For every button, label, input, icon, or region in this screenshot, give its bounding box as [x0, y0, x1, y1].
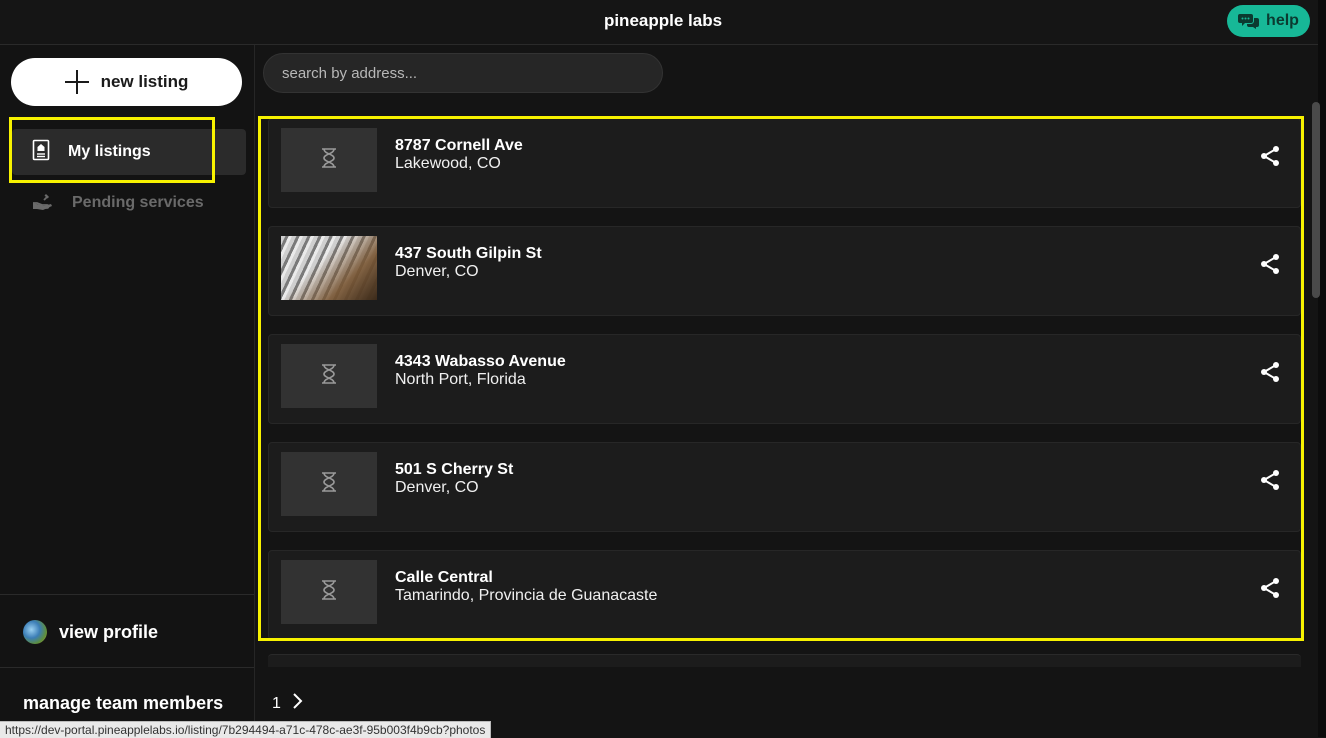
app-title: pineapple labs — [603, 11, 723, 30]
listing-card[interactable]: 4343 Wabasso Avenue North Port, Florida — [268, 334, 1301, 424]
divider — [0, 594, 254, 595]
listing-card[interactable]: 501 S Cherry St Denver, CO — [268, 442, 1301, 532]
new-listing-button[interactable]: new listing — [11, 58, 242, 106]
share-icon[interactable] — [1258, 144, 1282, 168]
listing-city: Tamarindo, Provincia de Guanacaste — [395, 587, 658, 604]
listing-address: 8787 Cornell Ave — [395, 137, 523, 154]
sidebar-item-pending-services[interactable]: Pending services — [12, 180, 246, 226]
listing-card[interactable]: Calle Central Tamarindo, Provincia de Gu… — [268, 550, 1301, 640]
listing-address: 437 South Gilpin St — [395, 245, 542, 262]
page-number[interactable]: 1 — [272, 695, 281, 713]
listing-card[interactable]: 8787 Cornell Ave Lakewood, CO — [268, 118, 1301, 208]
chat-bubbles-icon — [1238, 12, 1260, 30]
search-input[interactable] — [263, 53, 663, 93]
status-bar-url: https://dev-portal.pineapplelabs.io/list… — [0, 721, 492, 738]
listing-thumbnail — [281, 560, 377, 624]
pagination: 1 — [272, 692, 303, 715]
listing-address: Calle Central — [395, 569, 493, 586]
listing-address: 4343 Wabasso Avenue — [395, 353, 566, 370]
listing-thumbnail — [281, 344, 377, 408]
help-button[interactable]: help — [1227, 5, 1310, 37]
hourglass-icon — [320, 471, 338, 497]
listing-card-partial[interactable] — [268, 654, 1301, 667]
help-label: help — [1266, 12, 1299, 29]
scrollbar[interactable] — [1312, 102, 1320, 298]
view-profile-label: view profile — [59, 621, 159, 642]
listing-thumbnail — [281, 452, 377, 516]
share-icon[interactable] — [1258, 576, 1282, 600]
hourglass-icon — [320, 579, 338, 605]
share-icon[interactable] — [1258, 468, 1282, 492]
share-icon[interactable] — [1258, 360, 1282, 384]
avatar — [23, 620, 47, 644]
hourglass-icon — [320, 363, 338, 389]
listing-card[interactable]: 437 South Gilpin St Denver, CO — [268, 226, 1301, 316]
listing-address: 501 S Cherry St — [395, 461, 514, 478]
chevron-right-icon[interactable] — [291, 692, 303, 715]
top-bar: pineapple labs help — [0, 0, 1326, 45]
share-icon[interactable] — [1258, 252, 1282, 276]
hourglass-icon — [320, 147, 338, 173]
listing-photo — [281, 236, 377, 300]
listing-city: Denver, CO — [395, 479, 479, 496]
plus-icon — [64, 70, 89, 94]
divider — [0, 667, 254, 668]
view-profile-link[interactable]: view profile — [23, 620, 158, 644]
sidebar-item-label: Pending services — [72, 194, 204, 211]
listing-thumbnail — [281, 128, 377, 192]
sidebar: new listing My listings Pending services — [0, 45, 255, 737]
listing-city: North Port, Florida — [395, 371, 526, 388]
hand-service-icon — [32, 192, 54, 215]
manage-team-link[interactable]: manage team members — [23, 693, 223, 714]
listing-city: Denver, CO — [395, 263, 479, 280]
listing-city: Lakewood, CO — [395, 155, 501, 172]
highlight-box — [9, 117, 215, 183]
new-listing-label: new listing — [100, 72, 189, 91]
